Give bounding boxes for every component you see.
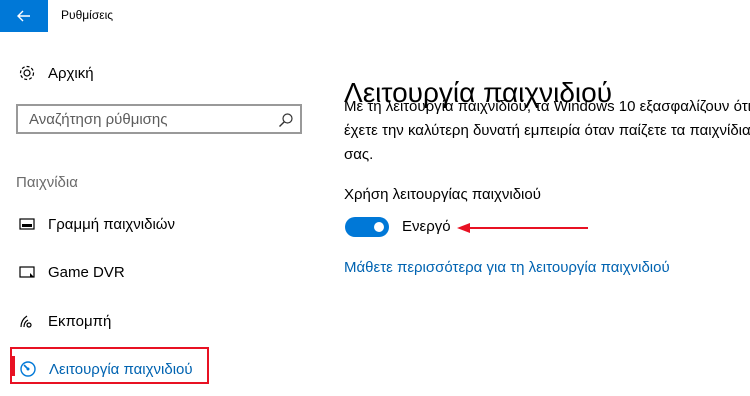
sidebar-item-label: Γραμμή παιχνιδιών [48,215,176,233]
description-line: Με τη λειτουργία παιχνιδιού, τα Windows … [344,98,750,115]
sidebar-item-home[interactable]: Αρχική [0,53,320,93]
description-line: έχετε την καλύτερη δυνατή εμπειρία όταν … [344,122,750,139]
search-placeholder: Αναζήτηση ρύθμισης [29,111,168,128]
broadcast-icon [17,311,37,331]
description: Με τη λειτουργία παιχνιδιού, τα Windows … [344,95,750,167]
sidebar: Αρχική Αναζήτηση ρύθμισης Παιχνίδια Γραμ… [0,32,322,396]
setting-label: Χρήση λειτουργίας παιχνιδιού [344,186,541,203]
gear-icon [17,63,37,83]
back-arrow-icon [17,10,30,22]
section-heading: Παιχνίδια [16,174,78,191]
window-title: Ρυθμίσεις [61,8,114,22]
game-bar-icon [17,214,37,234]
search-input[interactable]: Αναζήτηση ρύθμισης [16,104,302,134]
sidebar-item-label: Εκπομπή [48,312,112,330]
sidebar-item-label: Game DVR [48,263,125,281]
game-dvr-icon [17,262,37,282]
description-line: σας. [344,146,374,163]
sidebar-item-broadcast[interactable]: Εκπομπή [0,301,320,341]
search-icon [279,113,293,127]
annotation-highlight-box [10,347,209,384]
back-button[interactable] [0,0,48,32]
annotation-arrow [457,223,588,233]
game-mode-toggle[interactable] [345,217,389,237]
main-content: Λειτουργία παιχνιδιού Με τη λειτουργία π… [322,32,750,396]
learn-more-link[interactable]: Μάθετε περισσότερα για τη λειτουργία παι… [344,259,670,276]
toggle-knob [374,222,384,232]
sidebar-item-label: Αρχική [48,64,94,82]
sidebar-item-game-bar[interactable]: Γραμμή παιχνιδιών [0,204,320,244]
title-bar: Ρυθμίσεις [0,0,750,32]
sidebar-item-game-dvr[interactable]: Game DVR [0,252,320,292]
toggle-state-label: Ενεργό [402,218,451,235]
